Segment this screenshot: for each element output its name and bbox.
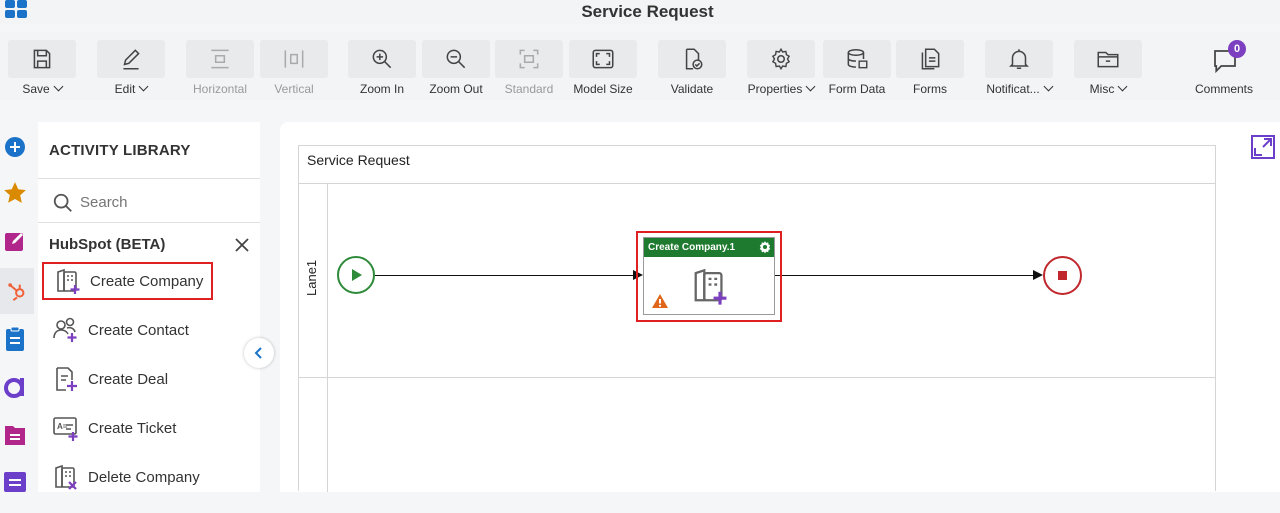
zoom-out-button[interactable]: Zoom Out (422, 40, 490, 96)
zoom-out-icon (446, 49, 466, 69)
divider (327, 183, 328, 492)
chevron-left-icon (254, 347, 262, 359)
library-title: ACTIVITY LIBRARY (49, 142, 191, 159)
divider (38, 178, 260, 179)
comment-count-badge: 0 (1228, 40, 1246, 58)
connector-line[interactable] (775, 275, 1035, 276)
arrowhead (1033, 270, 1043, 280)
edit-button[interactable]: Edit (97, 40, 165, 96)
company-add-icon (694, 268, 727, 305)
play-icon (352, 269, 362, 281)
divider (299, 377, 1215, 378)
close-icon[interactable] (234, 237, 250, 253)
misc-button[interactable]: Misc (1074, 40, 1142, 96)
horizontal-button[interactable]: Horizontal (186, 40, 254, 96)
group-title: HubSpot (BETA) (49, 236, 166, 253)
chevron-down-icon (138, 81, 149, 92)
pool-title: Service Request (307, 152, 410, 168)
gear-icon (771, 47, 791, 71)
contact-add-icon (53, 317, 77, 342)
activity-create-deal[interactable]: Create Deal (42, 360, 212, 398)
expand-icon[interactable] (1250, 134, 1276, 160)
database-icon (847, 49, 868, 69)
bell-icon (1009, 49, 1029, 69)
divider (38, 222, 260, 223)
edit-form-icon[interactable] (2, 228, 28, 254)
save-icon (33, 49, 51, 69)
validate-button[interactable]: Validate (658, 40, 726, 96)
form-data-button[interactable]: Form Data (823, 40, 891, 96)
app-logo-icon[interactable] (2, 374, 28, 400)
lane-label[interactable]: Lane1 (297, 256, 329, 306)
save-button[interactable]: Save (8, 40, 76, 96)
search-icon (53, 193, 72, 212)
vertical-button[interactable]: Vertical (260, 40, 328, 96)
list-icon[interactable] (2, 468, 28, 494)
forms-button[interactable]: Forms (896, 40, 964, 96)
activity-create-ticket[interactable]: A= Create Ticket (42, 409, 212, 447)
search-input[interactable] (80, 190, 250, 214)
model-size-button[interactable]: Model Size (569, 40, 637, 96)
zoom-in-button[interactable]: Zoom In (348, 40, 416, 96)
folder-icon (1097, 51, 1119, 68)
list-form-icon[interactable] (2, 422, 28, 448)
edit-icon (123, 49, 140, 70)
validate-icon (685, 48, 703, 70)
add-icon[interactable] (2, 134, 28, 160)
standard-icon (519, 49, 539, 69)
notifications-button[interactable]: Notificat... (985, 40, 1054, 96)
chevron-down-icon (1117, 81, 1128, 92)
task-create-company[interactable]: Create Company.1 (643, 237, 775, 315)
start-event[interactable] (337, 256, 375, 294)
comments-button[interactable]: 0 Comments (1188, 40, 1260, 100)
horizontal-icon (211, 49, 229, 69)
deal-add-icon (56, 367, 77, 391)
star-icon[interactable] (2, 180, 28, 206)
activity-create-company[interactable]: Create Company (42, 262, 213, 300)
task-title: Create Company.1 (644, 238, 774, 257)
left-icon-bar (0, 122, 34, 494)
clipboard-icon[interactable] (2, 326, 28, 352)
zoom-in-icon (372, 49, 392, 69)
hubspot-icon[interactable] (0, 268, 34, 314)
divider (299, 183, 1215, 184)
warning-icon (652, 294, 668, 308)
activity-delete-company[interactable]: Delete Company (42, 458, 212, 496)
activity-create-contact[interactable]: Create Contact (42, 311, 212, 349)
connector-line[interactable] (375, 275, 635, 276)
properties-button[interactable]: Properties (747, 40, 816, 96)
model-size-icon (592, 49, 614, 69)
company-delete-icon (55, 464, 77, 490)
title-bar: Service Request (0, 0, 1280, 24)
activity-library-panel: ACTIVITY LIBRARY HubSpot (BETA) Create C… (38, 122, 260, 492)
collapse-panel-button[interactable] (244, 338, 274, 368)
standard-button[interactable]: Standard (495, 40, 563, 96)
end-event[interactable] (1043, 256, 1082, 295)
forms-icon (921, 48, 940, 70)
ticket-add-icon: A= (53, 417, 78, 441)
gear-icon[interactable] (758, 240, 772, 254)
page-title: Service Request (581, 2, 714, 21)
company-add-icon (57, 268, 80, 294)
chevron-down-icon (53, 81, 64, 92)
vertical-icon (284, 50, 304, 68)
chevron-down-icon (1043, 81, 1054, 92)
toolbar: Save Edit Horizontal Vertical Zoom In Zo… (0, 32, 1280, 100)
